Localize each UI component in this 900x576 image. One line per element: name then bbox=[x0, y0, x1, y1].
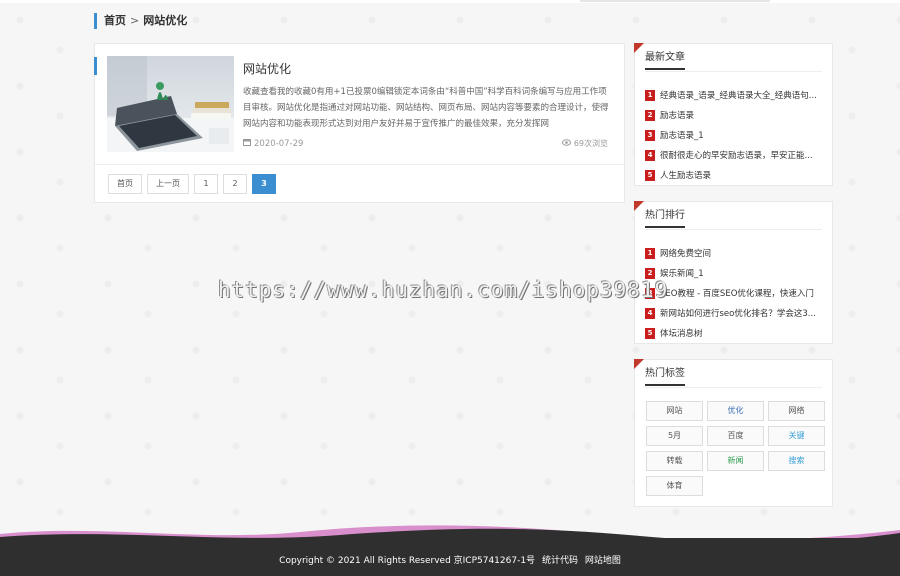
rank-badge: 2 bbox=[645, 267, 655, 279]
tag-item[interactable]: 体育 bbox=[646, 476, 703, 496]
tag-item[interactable]: 网站 bbox=[646, 401, 703, 421]
tag-item[interactable]: 新闻 bbox=[707, 451, 764, 471]
footer: Copyright © 2021 All Rights Reserved 京IC… bbox=[0, 538, 900, 576]
corner-ribbon bbox=[634, 201, 644, 211]
calendar-icon bbox=[243, 138, 251, 149]
widget-header: 最新文章 bbox=[645, 44, 822, 72]
footer-copyright: Copyright © 2021 All Rights Reserved 京IC… bbox=[279, 556, 536, 566]
pager-page-2[interactable]: 2 bbox=[223, 174, 247, 194]
article-title[interactable]: 网站优化 bbox=[243, 60, 291, 77]
list-item-text[interactable]: 励志语录_1 bbox=[660, 129, 704, 141]
widget-title: 热门排行 bbox=[645, 206, 685, 228]
eye-icon bbox=[561, 139, 571, 148]
latest-articles-widget: 最新文章 1 经典语录_语录_经典语录大全_经典语句... 2 励志语录 3 励志语录… bbox=[634, 43, 833, 186]
corner-ribbon bbox=[634, 359, 644, 369]
tag-cloud: 网站 优化 网络 5月 百度 关键 转载 新闻 搜索 体育 bbox=[646, 401, 831, 496]
breadcrumb-home[interactable]: 首页 bbox=[104, 14, 126, 27]
tag-item[interactable]: 转载 bbox=[646, 451, 703, 471]
rank-badge: 5 bbox=[645, 327, 655, 339]
list-item[interactable]: 4 很耐很走心的早安励志语录，早安正能... bbox=[645, 145, 822, 165]
list-item-text[interactable]: 励志语录 bbox=[660, 109, 694, 121]
footer-stats-link[interactable]: 统计代码 bbox=[542, 556, 578, 566]
list-item-text[interactable]: 经典语录_语录_经典语录大全_经典语句... bbox=[660, 89, 817, 101]
rank-badge: 3 bbox=[645, 129, 655, 141]
hot-ranking-list: 1 网络免费空间 2 娱乐新闻_1 3 SEO教程 - 百度SEO优化课程，快速入门 … bbox=[645, 243, 822, 343]
tag-item[interactable]: 网络 bbox=[768, 401, 825, 421]
top-border bbox=[0, 0, 900, 3]
article-views-text: 69次浏览 bbox=[573, 139, 608, 148]
rank-badge: 4 bbox=[645, 149, 655, 161]
article-item: 网站优化 收藏查看我的收藏0有用+1已投票0编辑锁定本词条由“科普中国”科学百科… bbox=[94, 44, 624, 165]
rank-badge: 4 bbox=[645, 307, 655, 319]
hot-tags-widget: 热门标签 网站 优化 网络 5月 百度 关键 转载 新闻 搜索 体育 bbox=[634, 359, 833, 507]
rank-badge: 1 bbox=[645, 89, 655, 101]
rank-badge: 2 bbox=[645, 109, 655, 121]
tag-item[interactable]: 5月 bbox=[646, 426, 703, 446]
list-item-text[interactable]: 体坛消息树 bbox=[660, 327, 703, 339]
laptop-desk-image bbox=[107, 56, 234, 152]
list-item[interactable]: 2 娱乐新闻_1 bbox=[645, 263, 822, 283]
article-views: 69次浏览 bbox=[561, 138, 608, 149]
list-item-text[interactable]: 人生励志语录 bbox=[660, 169, 711, 181]
pager-first[interactable]: 首页 bbox=[108, 174, 142, 194]
list-item-text[interactable]: 新网站如何进行seo优化排名？学会这3... bbox=[660, 307, 816, 319]
widget-header: 热门标签 bbox=[645, 360, 822, 388]
list-item[interactable]: 5 人生励志语录 bbox=[645, 165, 822, 185]
article-thumbnail[interactable] bbox=[107, 56, 234, 152]
list-item[interactable]: 1 网络免费空间 bbox=[645, 243, 822, 263]
tag-item[interactable]: 优化 bbox=[707, 401, 764, 421]
hot-ranking-widget: 热门排行 1 网络免费空间 2 娱乐新闻_1 3 SEO教程 - 百度SEO优化课程，… bbox=[634, 201, 833, 344]
pager-page-3[interactable]: 3 bbox=[252, 174, 276, 194]
widget-header: 热门排行 bbox=[645, 202, 822, 230]
list-item-text[interactable]: 网络免费空间 bbox=[660, 247, 711, 259]
watermark-text: https://www.huzhan.com/ishop39819 bbox=[218, 278, 669, 302]
list-item[interactable]: 4 新网站如何进行seo优化排名？学会这3... bbox=[645, 303, 822, 323]
breadcrumb-current: 网站优化 bbox=[143, 14, 188, 27]
widget-title: 最新文章 bbox=[645, 48, 685, 70]
article-date-text: 2020-07-29 bbox=[254, 138, 304, 149]
corner-ribbon bbox=[634, 43, 644, 53]
pagination: 首页 上一页 1 2 3 bbox=[108, 174, 276, 194]
article-accent-bar bbox=[94, 57, 97, 75]
list-item[interactable]: 2 励志语录 bbox=[645, 105, 822, 125]
list-item-text[interactable]: SEO教程 - 百度SEO优化课程，快速入门 bbox=[660, 287, 814, 299]
pager-prev[interactable]: 上一页 bbox=[147, 174, 189, 194]
tag-item[interactable]: 搜索 bbox=[768, 451, 825, 471]
list-item[interactable]: 5 体坛消息树 bbox=[645, 323, 822, 343]
breadcrumb: 首页 > 网站优化 bbox=[94, 13, 187, 29]
article-list-card: 网站优化 收藏查看我的收藏0有用+1已投票0编辑锁定本词条由“科普中国”科学百科… bbox=[94, 43, 625, 203]
rank-badge: 1 bbox=[645, 247, 655, 259]
latest-articles-list: 1 经典语录_语录_经典语录大全_经典语句... 2 励志语录 3 励志语录_1 4很… bbox=[645, 85, 822, 185]
list-item-text[interactable]: 很耐很走心的早安励志语录，早安正能... bbox=[660, 149, 813, 161]
article-excerpt: 收藏查看我的收藏0有用+1已投票0编辑锁定本词条由“科普中国”科学百科词条编写与… bbox=[243, 87, 609, 129]
widget-title: 热门标签 bbox=[645, 364, 685, 386]
list-item[interactable]: 1 经典语录_语录_经典语录大全_经典语句... bbox=[645, 85, 822, 105]
article-date: 2020-07-29 bbox=[243, 138, 303, 149]
breadcrumb-separator: > bbox=[130, 14, 140, 27]
footer-sitemap-link[interactable]: 网站地图 bbox=[585, 556, 621, 566]
tag-item[interactable]: 百度 bbox=[707, 426, 764, 446]
pager-page-1[interactable]: 1 bbox=[194, 174, 218, 194]
list-item[interactable]: 3 SEO教程 - 百度SEO优化课程，快速入门 bbox=[645, 283, 822, 303]
rank-badge: 5 bbox=[645, 169, 655, 181]
list-item[interactable]: 3 励志语录_1 bbox=[645, 125, 822, 145]
tag-item[interactable]: 关键 bbox=[768, 426, 825, 446]
